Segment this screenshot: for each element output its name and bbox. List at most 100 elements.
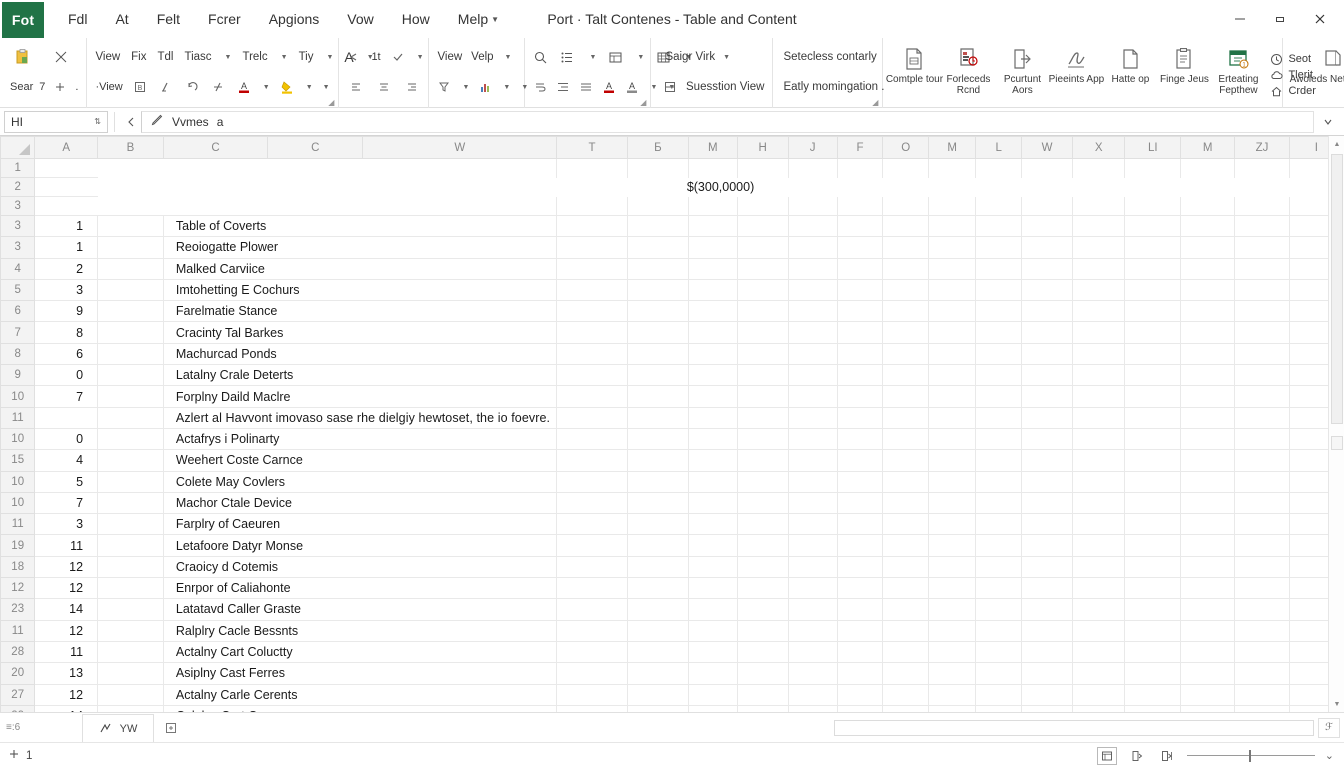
cell[interactable] [1072,641,1126,664]
cell[interactable] [627,449,689,472]
cell-label[interactable]: Latalny Crale Deterts [163,364,558,387]
cell[interactable] [1072,321,1126,344]
big-button-2[interactable]: Pcurtunt Aors [995,42,1049,108]
cell[interactable] [34,177,98,197]
cell[interactable] [627,364,689,387]
sheet-tab-active[interactable]: YW [82,714,154,742]
cell[interactable] [928,158,977,178]
check-icon[interactable] [391,48,405,66]
cell[interactable] [975,428,1023,451]
cell[interactable] [1072,300,1126,323]
font-row2-label[interactable]: ·View [95,81,122,93]
row-header[interactable]: 9 [0,364,36,387]
align-back-icon[interactable] [347,48,361,66]
row-header[interactable]: 23 [0,598,36,621]
align-right-icon[interactable] [403,78,421,96]
chart-icon[interactable] [478,78,492,96]
cell[interactable] [1124,556,1182,579]
cell-value-a[interactable]: 3 [34,279,99,302]
cell[interactable] [928,300,977,323]
cell[interactable] [1124,428,1182,451]
cell[interactable] [788,449,838,472]
cell[interactable] [737,684,789,706]
chevron-down-icon[interactable]: ▼ [723,54,730,61]
cell[interactable] [1124,321,1182,344]
cell[interactable] [556,492,628,515]
cell-value-a[interactable]: 14 [34,598,99,621]
fill-color-icon[interactable] [278,78,296,96]
cell[interactable] [1021,556,1073,579]
cell-label[interactable]: Machurcad Ponds [163,343,558,366]
filter-icon[interactable] [437,78,451,96]
cell[interactable] [1072,343,1126,366]
cell[interactable] [688,196,738,216]
cell[interactable] [1072,705,1126,712]
cell[interactable] [1180,598,1236,621]
cell[interactable] [1124,641,1182,664]
cell[interactable] [1124,215,1182,238]
font-color-red-icon[interactable]: A [602,78,616,96]
cell-value-a[interactable]: 14 [34,705,99,712]
cell-label[interactable]: Actalny Carle Cerents [163,684,558,706]
column-header-7[interactable]: M [687,136,738,159]
paste-icon[interactable] [14,48,32,66]
cell[interactable] [975,598,1023,621]
cell[interactable] [97,534,164,557]
cell[interactable] [788,534,838,557]
cell[interactable] [97,279,164,302]
cell[interactable] [627,556,689,579]
cell[interactable] [928,684,977,706]
cell[interactable] [1180,471,1236,493]
add-icon[interactable] [8,748,20,763]
cell-label[interactable]: Reoiogatte Plower [163,236,558,259]
cell[interactable] [737,158,789,178]
cell[interactable] [975,158,1023,178]
cell[interactable] [928,196,977,216]
cell[interactable] [928,449,977,472]
cell[interactable] [688,343,738,366]
cell[interactable] [688,513,738,536]
cell[interactable] [1072,492,1126,515]
table-row[interactable]: 2914 Calolny Cart Cvres [0,704,1344,712]
row-header[interactable]: 27 [0,683,36,706]
cell[interactable] [737,577,789,600]
cell[interactable] [788,158,838,178]
cell[interactable] [688,364,738,387]
awoleds-button[interactable]: Awoleds Netrgages [1290,42,1344,106]
cell-value-a[interactable]: 3 [34,513,99,536]
table-row[interactable]: 28 11 Actalny Cart Coluctty [0,640,1344,664]
cell[interactable] [627,279,689,302]
cell[interactable] [97,321,164,344]
horizontal-scrollbar[interactable] [834,719,1314,736]
cell-label[interactable]: Actafrys i Polinarty [163,428,558,451]
cell[interactable] [688,279,738,302]
cell[interactable] [882,534,930,557]
cell[interactable] [882,428,930,451]
cell[interactable] [1072,471,1126,493]
menu-item-0[interactable]: Fdl [54,0,101,38]
cell[interactable] [1072,279,1126,302]
formula-input[interactable]: Vvmes a [141,110,1314,133]
cell[interactable] [627,641,689,664]
table-row[interactable]: 11 12 Ralplry Cacle Bessnts [0,619,1344,642]
cell[interactable] [556,158,628,178]
row-header[interactable]: 11 [0,406,36,429]
cell[interactable] [1124,158,1182,178]
cell-value-a[interactable]: 13 [34,662,99,685]
cell[interactable] [837,279,884,302]
cell[interactable] [882,449,930,472]
view-group-label[interactable]: Saigr Virk [665,51,715,63]
cell[interactable] [97,236,164,259]
name-box[interactable]: HI ⇅ [4,110,108,133]
chevron-down-icon[interactable]: ▼ [306,84,313,91]
cell-value-a[interactable]: 12 [34,577,99,600]
cell[interactable] [34,196,98,216]
cell[interactable] [627,598,689,621]
cell[interactable] [975,641,1023,664]
cell-value-a[interactable]: 11 [34,641,99,664]
cell[interactable] [1124,343,1182,366]
cell[interactable] [627,577,689,600]
cell[interactable] [627,407,689,429]
cell[interactable] [556,471,628,493]
cell[interactable] [1180,492,1236,515]
